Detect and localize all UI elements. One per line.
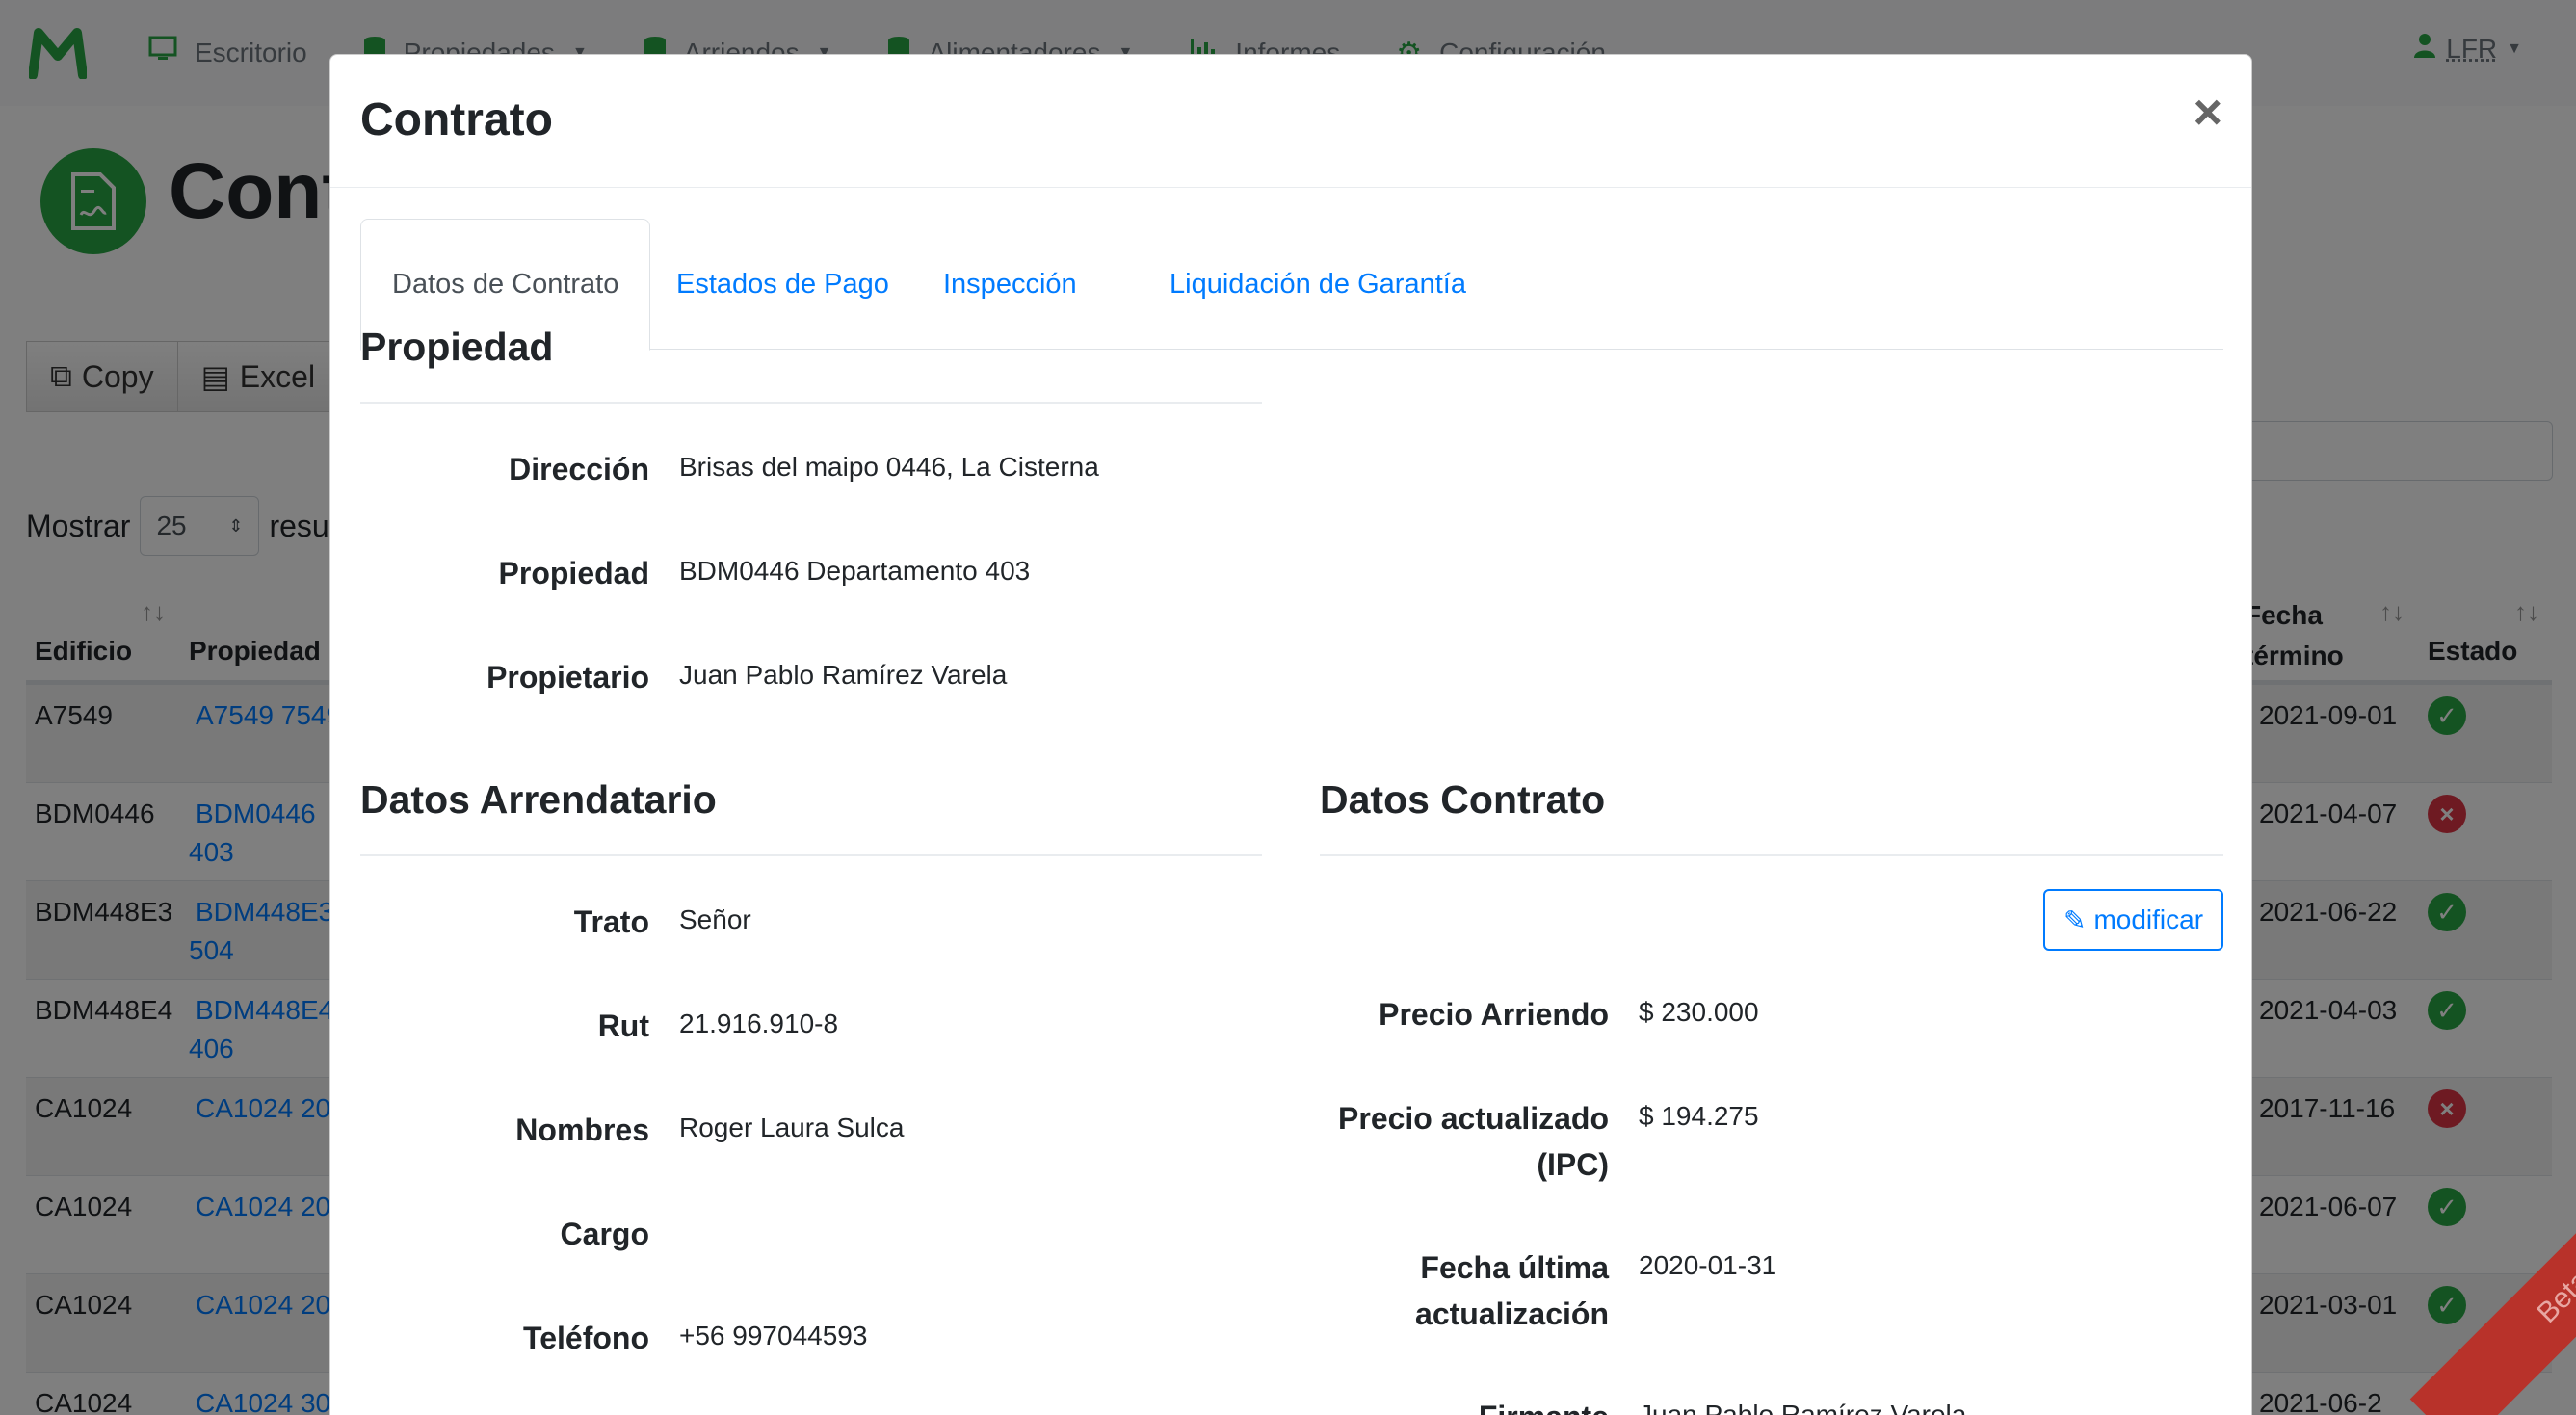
field-value-firmante: Juan Pablo Ramírez Varela xyxy=(1639,1400,1967,1415)
contract-modal: Contrato × Datos de Contrato Estados de … xyxy=(329,54,2252,1415)
section-title-propiedad: Propiedad xyxy=(360,325,554,369)
field-label-precio-actualizado: Precio actualizado (IPC) xyxy=(1320,1095,1609,1188)
modal-header: Contrato × xyxy=(330,55,2251,188)
field-label-trato: Trato xyxy=(573,904,649,939)
field-value-rut: 21.916.910-8 xyxy=(679,1009,839,1038)
section-divider xyxy=(1320,854,2223,856)
label-line: Firmante xyxy=(1320,1394,1609,1415)
field-label-fecha-actualizacion: Fecha última actualización xyxy=(1320,1245,1609,1337)
section-divider xyxy=(360,854,1262,856)
field-label-propiedad: Propiedad xyxy=(498,556,649,590)
field-value-direccion: Brisas del maipo 0446, La Cisterna xyxy=(679,452,1099,482)
label-line: Precio Arriendo xyxy=(1379,997,1609,1032)
field-value-precio-actualizado: $ 194.275 xyxy=(1639,1101,1759,1131)
modal-title: Contrato xyxy=(360,94,553,145)
field-label-cargo: Cargo xyxy=(560,1217,649,1251)
field-value-fecha-actualizacion: 2020-01-31 xyxy=(1639,1250,1777,1280)
tab-estados-de-pago[interactable]: Estados de Pago xyxy=(676,219,889,350)
field-value-propiedad: BDM0446 Departamento 403 xyxy=(679,556,1031,586)
section-title-arrendatario: Datos Arrendatario xyxy=(360,777,717,822)
edit-icon: ✎ xyxy=(2063,904,2087,935)
label-line: (IPC) xyxy=(1537,1147,1609,1182)
field-label-propietario: Propietario xyxy=(486,660,649,694)
tab-inspeccion[interactable]: Inspección xyxy=(943,219,1077,350)
field-value-trato: Señor xyxy=(679,904,751,934)
section-divider xyxy=(360,402,1262,404)
field-value-telefono: +56 997044593 xyxy=(679,1321,868,1350)
modify-button-label: modificar xyxy=(2093,904,2204,934)
tab-liquidacion-de-garantia[interactable]: Liquidación de Garantía xyxy=(1170,219,1466,350)
field-label-telefono: Teléfono xyxy=(523,1321,649,1355)
label-line: Fecha última xyxy=(1420,1250,1609,1285)
field-label-firmante: Firmante xyxy=(1320,1394,1609,1415)
field-value-nombres: Roger Laura Sulca xyxy=(679,1113,905,1142)
label-line: Precio actualizado xyxy=(1338,1101,1609,1136)
field-label-nombres: Nombres xyxy=(515,1113,649,1147)
field-value-propietario: Juan Pablo Ramírez Varela xyxy=(679,660,1008,690)
field-value-precio-arriendo: $ 230.000 xyxy=(1639,997,1759,1027)
field-label-rut: Rut xyxy=(597,1009,649,1043)
field-label-direccion: Dirección xyxy=(509,452,649,486)
close-icon[interactable]: × xyxy=(2194,84,2222,142)
section-title-contrato: Datos Contrato xyxy=(1320,777,1606,822)
modal-tabs: Datos de Contrato Estados de Pago Inspec… xyxy=(360,219,2223,351)
modify-button[interactable]: ✎ modificar xyxy=(2043,889,2223,951)
field-label-precio-arriendo: Precio Arriendo xyxy=(1320,991,1609,1037)
label-line: actualización xyxy=(1415,1297,1609,1331)
